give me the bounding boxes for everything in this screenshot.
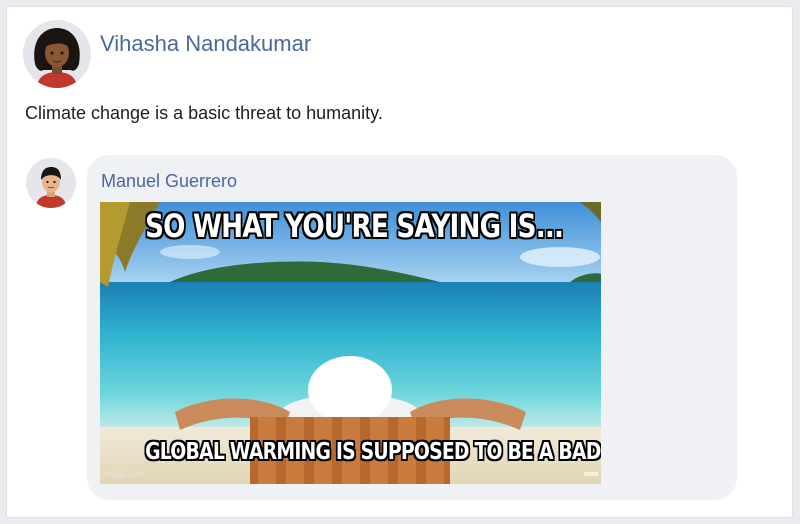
post-text: Climate change is a basic threat to huma…: [25, 103, 383, 123]
commenter-avatar[interactable]: [26, 158, 76, 208]
post-author-name[interactable]: Vihasha Nandakumar: [100, 31, 311, 57]
meme-watermark-right: mea: [583, 471, 598, 478]
meme-image[interactable]: SO WHAT YOU'RE SAYING IS... GLOBAL WARMI…: [100, 202, 601, 484]
comment-bubble: Manuel Guerrero SO WHAT YOU'RE SAYING IS…: [87, 155, 737, 500]
comment-author-name[interactable]: Manuel Guerrero: [101, 171, 237, 192]
meme-bottom-caption: GLOBAL WARMING IS SUPPOSED TO BE A BAD T…: [145, 439, 601, 465]
woman-avatar-icon: [23, 20, 91, 88]
meme-top-caption: SO WHAT YOU'RE SAYING IS...: [145, 207, 564, 245]
author-avatar[interactable]: [23, 20, 91, 88]
post-card: Vihasha Nandakumar Climate change is a b…: [6, 6, 793, 518]
meme-watermark: imgflip.com: [103, 470, 144, 479]
man-avatar-icon: [26, 158, 76, 208]
